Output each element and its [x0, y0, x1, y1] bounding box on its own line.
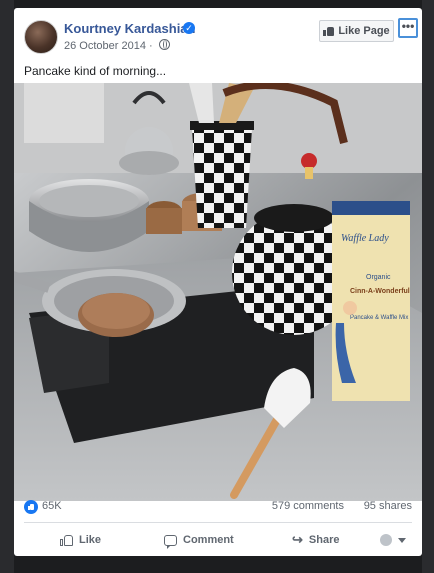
- post-caption: Pancake kind of morning...: [24, 64, 167, 78]
- box-product-text: Cinn-A-Wonderful: [350, 288, 410, 295]
- reaction-count[interactable]: 65K: [42, 500, 62, 512]
- like-page-button[interactable]: Like Page: [319, 20, 394, 42]
- background-panel-left: [0, 0, 14, 573]
- thumbs-up-icon: [60, 534, 73, 546]
- avatar[interactable]: [24, 20, 58, 54]
- verified-badge-icon: ✓: [183, 22, 195, 34]
- share-arrow-icon: ↪: [292, 532, 303, 547]
- comment-bubble-icon: [164, 534, 177, 549]
- post-meta: 26 October 2014 ·: [64, 39, 170, 52]
- share-button[interactable]: ↪ Share: [292, 530, 339, 550]
- action-bar: Like Comment ↪ Share: [14, 526, 422, 554]
- chevron-down-icon: [398, 537, 406, 543]
- like-reaction-icon[interactable]: [24, 500, 38, 514]
- share-label: Share: [308, 534, 340, 546]
- background-panel-right: [422, 0, 434, 573]
- author-name[interactable]: Kourtney Kardashian: [64, 21, 195, 36]
- box-organic-text: Organic: [366, 274, 391, 281]
- post-card: Kourtney Kardashian ✓ 26 October 2014 · …: [14, 8, 422, 556]
- post-header: Kourtney Kardashian ✓ 26 October 2014 · …: [14, 8, 422, 60]
- post-photo[interactable]: Waffle Lady Organic Cinn-A-Wonderful Pan…: [14, 83, 422, 501]
- kitchen-photo: Waffle Lady Organic Cinn-A-Wonderful Pan…: [14, 83, 422, 501]
- like-page-label: Like Page: [338, 25, 390, 37]
- divider: [24, 522, 412, 523]
- like-button[interactable]: Like: [60, 530, 101, 550]
- like-label: Like: [79, 534, 102, 546]
- more-options-button[interactable]: •••: [398, 18, 418, 38]
- box-brand-text: Waffle Lady: [341, 233, 389, 244]
- audience-avatar-icon: [380, 534, 392, 546]
- globe-icon[interactable]: [158, 39, 170, 50]
- separator: ·: [149, 40, 156, 52]
- thumbs-up-icon: [323, 26, 335, 36]
- post-date[interactable]: 26 October 2014: [64, 40, 146, 52]
- reaction-bar: 65K 579 comments 95 shares: [14, 496, 422, 518]
- box-sub-text: Pancake & Waffle Mix: [350, 315, 408, 321]
- shares-count[interactable]: 95 shares: [364, 500, 412, 512]
- comment-label: Comment: [183, 534, 234, 546]
- comments-count[interactable]: 579 comments: [272, 500, 344, 512]
- audience-selector[interactable]: [380, 530, 406, 550]
- comment-button[interactable]: Comment: [164, 530, 234, 550]
